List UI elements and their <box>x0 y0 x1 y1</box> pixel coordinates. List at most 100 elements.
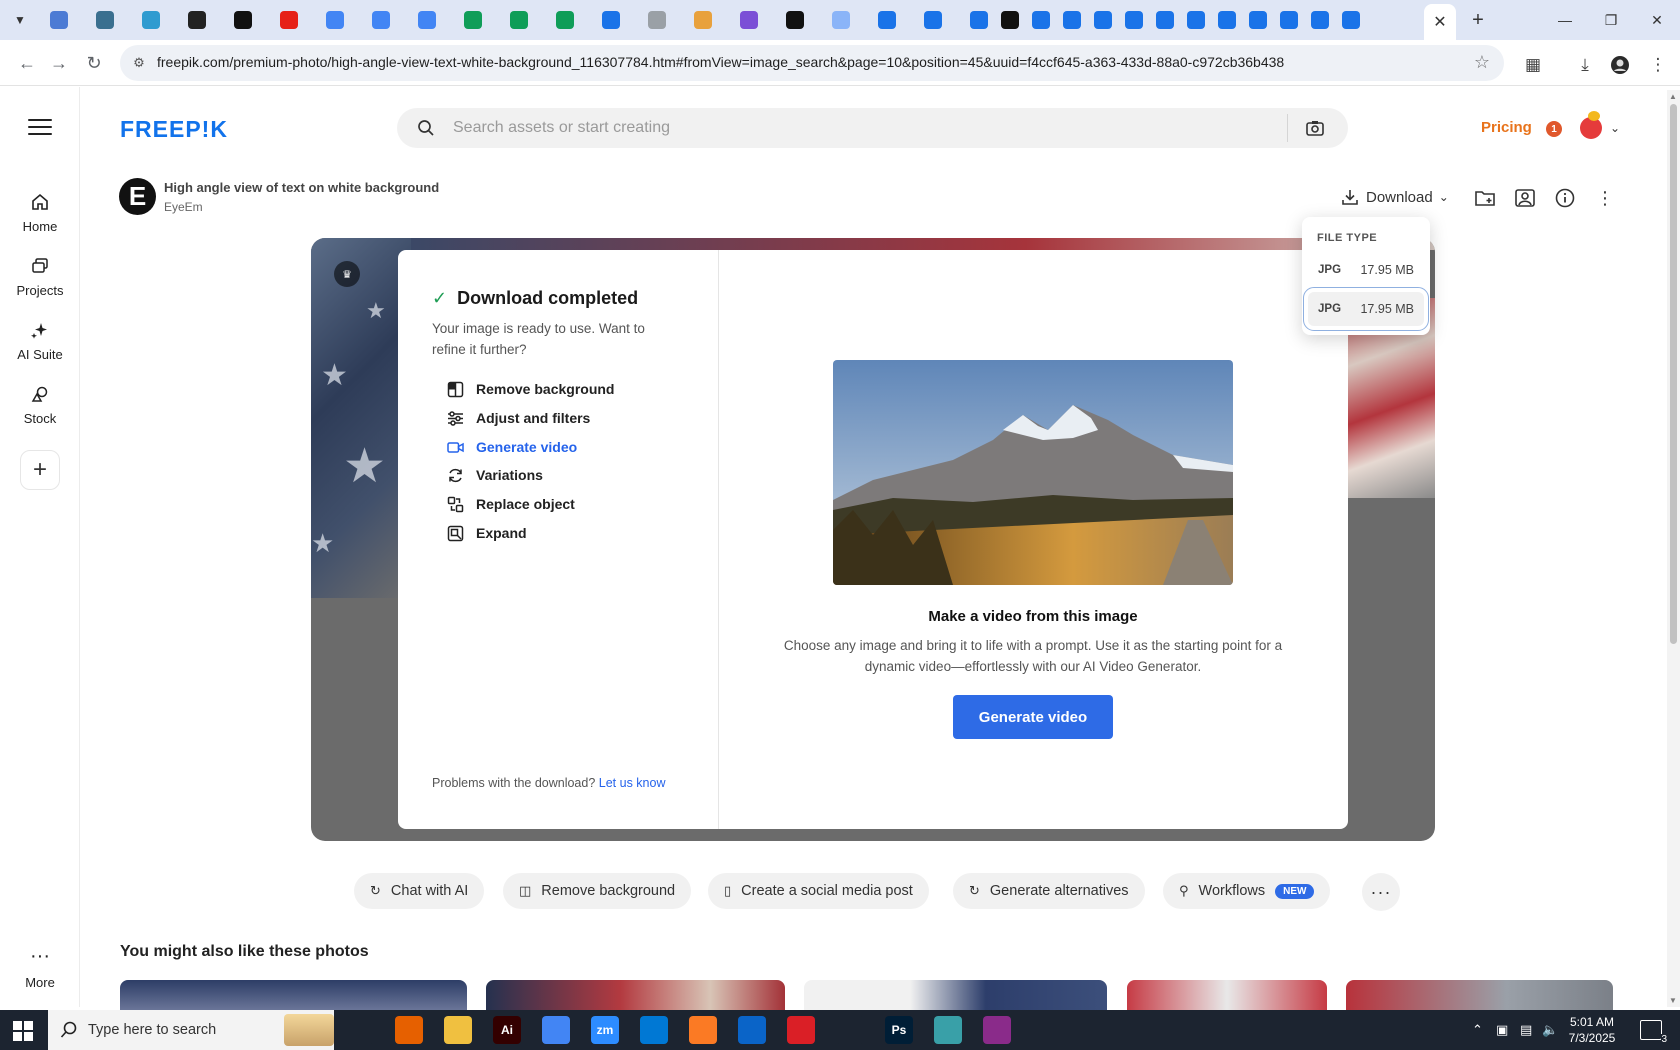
related-photo-thumbnail[interactable] <box>1346 980 1613 1010</box>
taskbar-search-box[interactable]: Type here to search <box>48 1010 334 1050</box>
file-type-option[interactable]: JPG 17.95 MB <box>1308 253 1424 287</box>
profile-avatar-icon[interactable] <box>1607 52 1633 78</box>
author-name[interactable]: EyeEm <box>164 200 203 214</box>
pinned-tab-favicon[interactable] <box>1156 11 1174 29</box>
taskbar-app-zoom[interactable]: zm <box>591 1016 619 1044</box>
scroll-down-icon[interactable]: ▼ <box>1669 996 1677 1005</box>
pinned-tab-favicon[interactable] <box>464 11 482 29</box>
pinned-tab-favicon[interactable] <box>50 11 68 29</box>
pinned-tab-favicon[interactable] <box>234 11 252 29</box>
active-tab-close-icon[interactable]: ✕ <box>1424 4 1456 40</box>
sidebar-item-projects[interactable]: Projects <box>0 257 80 298</box>
related-photo-thumbnail[interactable] <box>804 980 1107 1010</box>
page-scrollbar[interactable]: ▲ ▼ <box>1667 90 1680 1007</box>
pinned-tab-favicon[interactable] <box>694 11 712 29</box>
downloads-icon[interactable]: ⤓ <box>1572 52 1598 78</box>
action-variations[interactable]: Variations <box>446 464 543 486</box>
tray-device-icon[interactable]: ▣ <box>1496 1022 1508 1038</box>
author-avatar[interactable]: E <box>119 178 156 215</box>
action-replace-object[interactable]: Replace object <box>446 493 575 515</box>
pinned-tab-favicon[interactable] <box>1311 11 1329 29</box>
volume-icon[interactable]: 🔈 <box>1542 1022 1558 1038</box>
sidebar-item-more[interactable]: ··· More <box>0 946 80 990</box>
taskbar-app-chrome[interactable] <box>542 1016 570 1044</box>
generate-video-button[interactable]: Generate video <box>953 695 1113 739</box>
pinned-tab-favicon[interactable] <box>1063 11 1081 29</box>
taskbar-app-firefox[interactable] <box>395 1016 423 1044</box>
pinned-tab-favicon[interactable] <box>1125 11 1143 29</box>
add-to-collection-icon[interactable] <box>1474 187 1496 209</box>
info-icon[interactable] <box>1554 187 1576 209</box>
pinned-tab-favicon[interactable] <box>602 11 620 29</box>
reload-icon[interactable]: ↻ <box>81 50 107 76</box>
taskbar-app-xampp[interactable] <box>689 1016 717 1044</box>
pinned-tab-favicon[interactable] <box>970 11 988 29</box>
pinned-tab-favicon[interactable] <box>188 11 206 29</box>
taskbar-app-file-explorer[interactable] <box>444 1016 472 1044</box>
taskbar-app-pen-tool[interactable] <box>836 1016 864 1044</box>
related-photo-thumbnail[interactable] <box>486 980 785 1010</box>
chevron-down-icon[interactable]: ⌄ <box>1610 121 1620 135</box>
chip-create-social-post[interactable]: ▯ Create a social media post <box>708 873 929 909</box>
taskbar-app-illustrator[interactable]: Ai <box>493 1016 521 1044</box>
action-adjust-filters[interactable]: Adjust and filters <box>446 407 590 429</box>
hamburger-menu-icon[interactable] <box>28 119 52 137</box>
window-close-icon[interactable]: ✕ <box>1634 6 1680 34</box>
pinned-tab-favicon[interactable] <box>1032 11 1050 29</box>
scroll-up-icon[interactable]: ▲ <box>1669 92 1677 101</box>
action-expand[interactable]: Expand <box>446 522 527 544</box>
sidebar-item-stock[interactable]: Stock <box>0 385 80 426</box>
related-photo-thumbnail[interactable] <box>1127 980 1327 1010</box>
pinned-tab-favicon[interactable] <box>1001 11 1019 29</box>
more-chips-icon[interactable]: ··· <box>1362 873 1400 911</box>
pinned-tab-favicon[interactable] <box>1280 11 1298 29</box>
bookmark-star-icon[interactable]: ☆ <box>1474 52 1490 73</box>
pinned-tab-favicon[interactable] <box>280 11 298 29</box>
action-remove-background[interactable]: Remove background <box>446 378 614 400</box>
windows-start-icon[interactable] <box>12 1020 34 1042</box>
taskbar-app-task-view[interactable] <box>346 1016 374 1044</box>
minimize-icon[interactable]: — <box>1542 6 1588 34</box>
search-input[interactable] <box>453 114 1253 142</box>
related-photo-thumbnail[interactable] <box>120 980 467 1010</box>
chip-workflows[interactable]: ⚲ Workflows NEW <box>1163 873 1331 909</box>
pinned-tab-favicon[interactable] <box>1187 11 1205 29</box>
pinned-tab-favicon[interactable] <box>326 11 344 29</box>
download-button[interactable]: Download ⌄ <box>1340 186 1449 208</box>
edit-image-icon[interactable] <box>1514 187 1536 209</box>
back-icon[interactable]: ← <box>14 50 40 76</box>
pricing-link[interactable]: Pricing <box>1481 119 1532 136</box>
pinned-tab-favicon[interactable] <box>1249 11 1267 29</box>
url-text[interactable]: freepik.com/premium-photo/high-angle-vie… <box>157 54 1284 70</box>
pinned-tab-favicon[interactable] <box>142 11 160 29</box>
notification-center-icon[interactable]: 3 <box>1640 1020 1667 1045</box>
restore-icon[interactable]: ❐ <box>1588 6 1634 34</box>
pinned-tab-favicon[interactable] <box>372 11 390 29</box>
new-tab-icon[interactable]: + <box>1466 8 1490 32</box>
network-icon[interactable]: ▤ <box>1520 1022 1532 1038</box>
pinned-tab-favicon[interactable] <box>878 11 896 29</box>
taskbar-app-creative-cloud[interactable] <box>787 1016 815 1044</box>
chip-generate-alternatives[interactable]: ↻ Generate alternatives <box>953 873 1145 909</box>
file-type-option-highlighted[interactable]: JPG 17.95 MB <box>1303 287 1429 331</box>
pinned-tab-favicon[interactable] <box>740 11 758 29</box>
scrollbar-thumb[interactable] <box>1670 104 1677 644</box>
camera-search-icon[interactable] <box>1305 118 1325 138</box>
taskbar-app-outlook[interactable] <box>738 1016 766 1044</box>
address-bar[interactable]: ⚙ freepik.com/premium-photo/high-angle-v… <box>120 45 1504 81</box>
more-options-icon[interactable]: ⋮ <box>1594 187 1616 209</box>
taskbar-app-winrar[interactable] <box>983 1016 1011 1044</box>
let-us-know-link[interactable]: Let us know <box>599 776 666 790</box>
pinned-tab-favicon[interactable] <box>418 11 436 29</box>
taskbar-app-app-diamond[interactable] <box>934 1016 962 1044</box>
pinned-tab-favicon[interactable] <box>786 11 804 29</box>
add-plus-icon[interactable]: + <box>20 450 60 490</box>
tray-chevron-up-icon[interactable]: ⌃ <box>1472 1022 1483 1038</box>
tab-search-chevron-icon[interactable]: ▼ <box>8 8 32 32</box>
pinned-tab-favicon[interactable] <box>556 11 574 29</box>
pinned-tab-favicon[interactable] <box>96 11 114 29</box>
taskbar-clock[interactable]: 5:01 AM 7/3/2025 <box>1562 1014 1622 1046</box>
action-generate-video[interactable]: Generate video <box>446 436 577 458</box>
forward-icon[interactable]: → <box>46 50 72 76</box>
browser-menu-icon[interactable]: ⋮ <box>1645 52 1671 78</box>
